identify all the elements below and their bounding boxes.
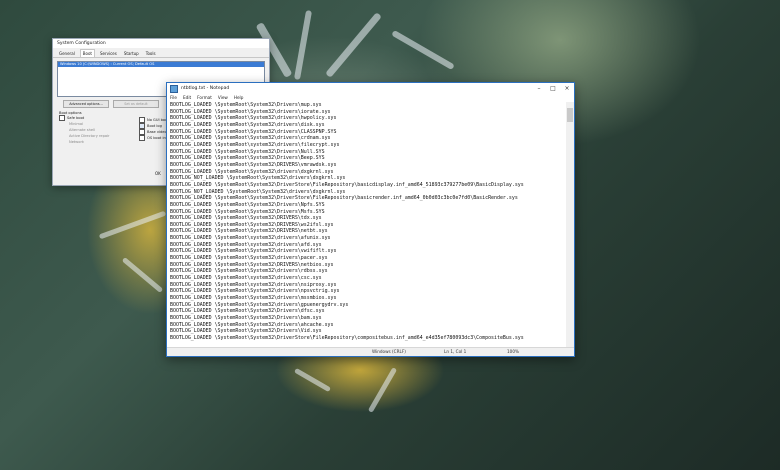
- log-line: BOOTLOG_LOADED \SystemRoot\System32\DRIV…: [170, 221, 334, 228]
- frost-crystal: [391, 29, 455, 71]
- frost-crystal: [98, 210, 167, 240]
- log-line: BOOTLOG_LOADED \SystemRoot\System32\driv…: [170, 301, 349, 308]
- frost-crystal: [293, 367, 332, 393]
- log-line: BOOTLOG_LOADED \SystemRoot\System32\driv…: [170, 295, 337, 302]
- status-position: Ln 1, Col 1: [444, 349, 467, 354]
- close-icon[interactable]: ×: [560, 83, 574, 94]
- log-line: BOOTLOG_LOADED \SystemRoot\System32\driv…: [170, 288, 340, 295]
- log-line: BOOTLOG_LOADED \SystemRoot\System32\driv…: [170, 128, 337, 135]
- log-line: BOOTLOG_LOADED \SystemRoot\System32\Driv…: [170, 308, 325, 315]
- log-line: BOOTLOG_LOADED \SystemRoot\System32\driv…: [170, 121, 325, 128]
- tab-startup[interactable]: Startup: [122, 50, 141, 57]
- frost-crystal: [325, 12, 382, 78]
- log-line: BOOTLOG_LOADED \SystemRoot\System32\Driv…: [170, 208, 325, 215]
- log-line: BOOTLOG_NOT_LOADED \SystemRoot\System32\…: [170, 175, 346, 182]
- menu-view[interactable]: View: [218, 95, 228, 100]
- os-boot-info-checkbox[interactable]: [139, 135, 145, 141]
- log-line: BOOTLOG_NOT_LOADED \SystemRoot\System32\…: [170, 188, 346, 195]
- log-line: BOOTLOG_LOADED \SystemRoot\System32\Driv…: [170, 102, 322, 108]
- alternate-shell-label: Alternate shell: [69, 128, 96, 132]
- menu-format[interactable]: Format: [197, 95, 212, 100]
- log-line: BOOTLOG_LOADED \SystemRoot\System32\driv…: [170, 255, 328, 262]
- status-zoom: 100%: [507, 349, 519, 354]
- set-default-button[interactable]: Set as default: [113, 100, 159, 108]
- log-line: BOOTLOG_LOADED \SystemRoot\System32\driv…: [170, 168, 334, 175]
- msconfig-title: System Configuration: [53, 39, 269, 48]
- ok-button[interactable]: OK: [155, 171, 161, 176]
- maximize-icon[interactable]: □: [546, 83, 560, 94]
- vertical-scrollbar[interactable]: [566, 102, 574, 347]
- notepad-text-area[interactable]: BOOTLOG_LOADED \SystemRoot\System32\Driv…: [168, 102, 566, 347]
- safe-boot-label: Safe boot: [67, 116, 85, 120]
- boot-entry[interactable]: Windows 10 (C:\WINDOWS) : Current OS; De…: [58, 62, 264, 67]
- network-label: Network: [69, 140, 85, 144]
- log-line: BOOTLOG_LOADED \SystemRoot\System32\DRIV…: [170, 161, 337, 168]
- notepad-title: ntbtlog.txt - Notepad: [181, 86, 230, 91]
- log-line: BOOTLOG_LOADED \SystemRoot\System32\driv…: [170, 135, 331, 142]
- log-line: BOOTLOG_LOADED \SystemRoot\system32\driv…: [170, 275, 322, 282]
- ad-repair-label: Active Directory repair: [69, 134, 110, 138]
- log-line: BOOTLOG_LOADED \SystemRoot\system32\driv…: [170, 141, 340, 148]
- log-line: BOOTLOG_LOADED \SystemRoot\System32\Driv…: [170, 334, 524, 341]
- log-line: BOOTLOG_LOADED \SystemRoot\System32\driv…: [170, 248, 337, 255]
- log-line: BOOTLOG_LOADED \SystemRoot\system32\driv…: [170, 235, 331, 242]
- tab-boot[interactable]: Boot: [79, 49, 95, 57]
- frost-crystal: [293, 10, 313, 80]
- minimal-label: Minimal: [69, 122, 84, 126]
- frost-crystal: [121, 257, 164, 293]
- log-line: BOOTLOG_LOADED \SystemRoot\System32\driv…: [170, 321, 334, 328]
- scrollbar-thumb[interactable]: [567, 108, 573, 122]
- menu-file[interactable]: File: [170, 95, 177, 100]
- notepad-icon: [170, 84, 178, 93]
- log-line: BOOTLOG_LOADED \SystemRoot\System32\DRIV…: [170, 261, 334, 268]
- window-controls: – □ ×: [532, 83, 574, 94]
- tab-tools[interactable]: Tools: [144, 50, 158, 57]
- log-line: BOOTLOG_LOADED \SystemRoot\System32\DRIV…: [170, 215, 322, 222]
- tab-services[interactable]: Services: [98, 50, 119, 57]
- log-line: BOOTLOG_LOADED \SystemRoot\System32\Driv…: [170, 155, 325, 162]
- minimize-icon[interactable]: –: [532, 83, 546, 94]
- menu-help[interactable]: Help: [234, 95, 244, 100]
- notepad-titlebar: ntbtlog.txt - Notepad – □ ×: [167, 83, 574, 94]
- log-line: BOOTLOG_LOADED \SystemRoot\System32\Driv…: [170, 181, 524, 188]
- log-line: BOOTLOG_LOADED \SystemRoot\System32\Driv…: [170, 195, 518, 202]
- tab-general[interactable]: General: [57, 50, 77, 57]
- log-line: BOOTLOG_LOADED \SystemRoot\System32\driv…: [170, 268, 328, 275]
- safe-boot-checkbox[interactable]: [59, 115, 65, 121]
- menu-edit[interactable]: Edit: [183, 95, 191, 100]
- base-video-label: Base video: [147, 130, 167, 134]
- notepad-window: ntbtlog.txt - Notepad – □ × File Edit Fo…: [166, 82, 575, 357]
- log-line: BOOTLOG_LOADED \SystemRoot\system32\driv…: [170, 281, 337, 288]
- log-line: BOOTLOG_LOADED \SystemRoot\System32\Driv…: [170, 148, 325, 155]
- log-line: BOOTLOG_LOADED \SystemRoot\System32\Driv…: [170, 201, 325, 208]
- log-line: BOOTLOG_LOADED \SystemRoot\System32\DRIV…: [170, 228, 328, 235]
- log-line: BOOTLOG_LOADED \SystemRoot\system32\driv…: [170, 241, 322, 248]
- status-encoding: Windows (CRLF): [372, 349, 406, 354]
- advanced-options-button[interactable]: Advanced options...: [63, 100, 109, 108]
- notepad-menubar: File Edit Format View Help: [167, 94, 574, 101]
- log-line: BOOTLOG_LOADED \SystemRoot\System32\Driv…: [170, 315, 322, 321]
- notepad-statusbar: Windows (CRLF) Ln 1, Col 1 100%: [167, 347, 574, 356]
- log-line: BOOTLOG_LOADED \SystemRoot\System32\Driv…: [170, 328, 322, 335]
- frost-crystal: [367, 367, 398, 413]
- msconfig-tab-bar: General Boot Services Startup Tools: [53, 48, 269, 58]
- log-line: BOOTLOG_LOADED \SystemRoot\System32\driv…: [170, 108, 331, 115]
- log-line: BOOTLOG_LOADED \SystemRoot\System32\driv…: [170, 115, 337, 122]
- boot-log-label: Boot log: [147, 124, 162, 128]
